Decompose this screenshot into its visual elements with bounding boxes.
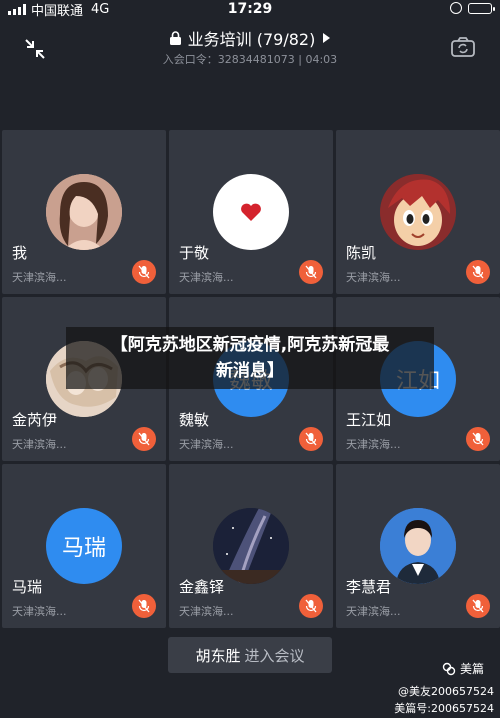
network-label: 4G bbox=[91, 1, 110, 17]
participant-name: 于敬 bbox=[179, 244, 210, 262]
participant-tile[interactable]: 陈凯 天津滨海... bbox=[336, 130, 500, 294]
banner-line-1: 【阿克苏地区新冠疫情,阿克苏新冠最 bbox=[110, 335, 390, 355]
join-notification: 胡东胜 进入会议 bbox=[168, 637, 332, 673]
mic-muted-icon[interactable] bbox=[299, 260, 323, 284]
participant-tile[interactable]: 马瑞 马瑞 天津滨海... bbox=[2, 464, 166, 628]
participant-tile[interactable]: 我 天津滨海... bbox=[2, 130, 166, 294]
battery-icon bbox=[468, 2, 495, 14]
avatar bbox=[380, 174, 456, 250]
avatar bbox=[46, 174, 122, 250]
mic-muted-icon[interactable] bbox=[299, 594, 323, 618]
participant-org: 天津滨海... bbox=[179, 605, 234, 618]
meeting-title-bar[interactable]: 业务培训 (79/82) bbox=[0, 26, 500, 50]
participant-org: 天津滨海... bbox=[346, 605, 401, 618]
participant-name: 马瑞 bbox=[12, 578, 43, 596]
participant-name: 金芮伊 bbox=[12, 411, 58, 429]
carrier-label: 中国联通 bbox=[31, 3, 84, 19]
watermark-friend: @美友200657524 bbox=[398, 685, 494, 698]
joined-participant-name: 胡东胜 bbox=[195, 646, 241, 665]
mic-muted-icon[interactable] bbox=[132, 427, 156, 451]
participant-org: 天津滨海... bbox=[12, 605, 67, 618]
camera-switch-icon[interactable] bbox=[450, 36, 476, 58]
meipian-logo-icon bbox=[442, 662, 456, 675]
watermark-account: 美篇号:200657524 bbox=[394, 702, 494, 715]
news-title-banner: 【阿克苏地区新冠疫情,阿克苏新冠最 新消息】 bbox=[66, 327, 434, 389]
avatar bbox=[213, 508, 289, 584]
participant-org: 天津滨海... bbox=[12, 271, 67, 284]
mic-muted-icon[interactable] bbox=[466, 427, 490, 451]
avatar bbox=[213, 174, 289, 250]
participant-name: 我 bbox=[12, 244, 28, 262]
participant-org: 天津滨海... bbox=[346, 438, 401, 451]
participant-tile[interactable]: 于敬 天津滨海... bbox=[169, 130, 333, 294]
avatar bbox=[380, 508, 456, 584]
status-bar: 中国联通 4G 17:29 bbox=[0, 0, 500, 19]
mic-muted-icon[interactable] bbox=[299, 427, 323, 451]
signal-icon bbox=[8, 3, 26, 15]
participant-org: 天津滨海... bbox=[346, 271, 401, 284]
participant-org: 天津滨海... bbox=[179, 438, 234, 451]
meeting-id: 入会口令：32834481073 | 04:03 bbox=[162, 53, 338, 66]
participant-tile[interactable]: 金鑫铎 天津滨海... bbox=[169, 464, 333, 628]
lock-icon bbox=[169, 30, 181, 45]
watermark-logo: 美篇 bbox=[442, 660, 484, 677]
watermark-brand: 美篇 bbox=[459, 662, 484, 676]
banner-line-2: 新消息】 bbox=[216, 361, 284, 381]
clock: 17:29 bbox=[227, 1, 273, 17]
caret-right-icon bbox=[323, 33, 331, 43]
participant-name: 金鑫铎 bbox=[179, 578, 225, 596]
heart-icon bbox=[241, 203, 261, 221]
participant-tile[interactable]: 李慧君 天津滨海... bbox=[336, 464, 500, 628]
participant-name: 陈凯 bbox=[346, 244, 377, 262]
participant-org: 天津滨海... bbox=[12, 438, 67, 451]
participant-name: 王江如 bbox=[346, 411, 392, 429]
mic-muted-icon[interactable] bbox=[466, 260, 490, 284]
participant-org: 天津滨海... bbox=[179, 271, 234, 284]
participant-name: 魏敏 bbox=[179, 411, 210, 429]
mic-muted-icon[interactable] bbox=[132, 260, 156, 284]
joined-text: 进入会议 bbox=[244, 646, 305, 665]
participant-name: 李慧君 bbox=[346, 578, 392, 596]
mic-muted-icon[interactable] bbox=[466, 594, 490, 618]
avatar: 马瑞 bbox=[46, 508, 122, 584]
rotation-lock-icon bbox=[450, 2, 462, 14]
meeting-title: 业务培训 (79/82) bbox=[187, 30, 316, 49]
mic-muted-icon[interactable] bbox=[132, 594, 156, 618]
